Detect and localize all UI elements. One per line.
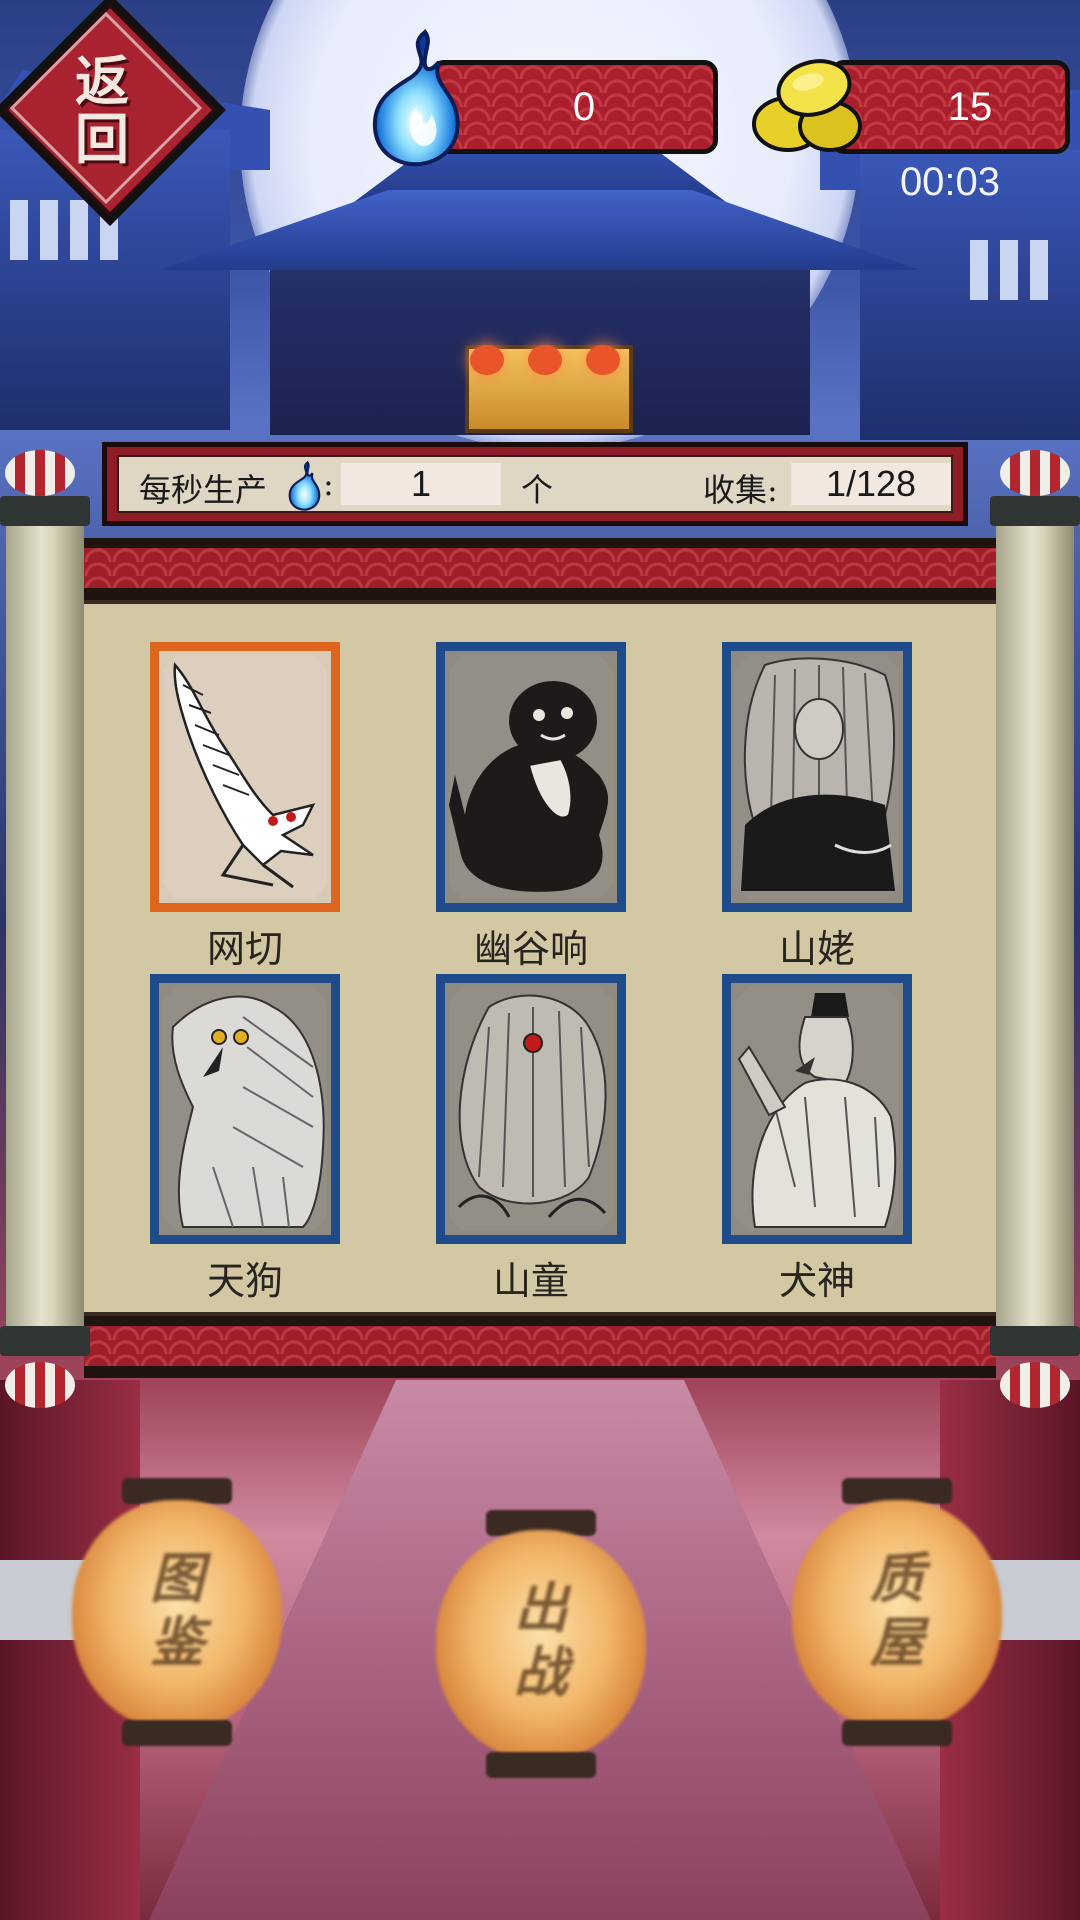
rod-cap xyxy=(0,496,90,526)
production-rate-field: 1 xyxy=(341,463,501,505)
collection-scroll: 网切 幽谷响 山姥 天狗 山童 犬神 xyxy=(84,538,996,1378)
yamauba-yokai-icon xyxy=(741,657,895,891)
yokai-card-label: 天狗 xyxy=(206,1259,283,1303)
yamawaro-yokai-icon xyxy=(457,994,607,1218)
soul-flame-small-icon xyxy=(288,461,321,511)
tengu-yokai-icon xyxy=(171,995,325,1228)
lantern-label: 质 屋 xyxy=(870,1546,924,1674)
window xyxy=(1000,240,1018,300)
lantern-cap xyxy=(122,1720,232,1746)
scroll-top-band xyxy=(84,538,996,600)
divider xyxy=(84,1312,996,1316)
collection-lantern-button[interactable]: 图 鉴 xyxy=(72,1500,282,1730)
lantern-cap xyxy=(486,1752,596,1778)
window xyxy=(10,200,28,260)
window xyxy=(970,240,988,300)
yokai-card-yamauba[interactable] xyxy=(722,642,912,912)
rod-cap xyxy=(0,1326,90,1356)
production-colon: : xyxy=(323,465,334,503)
soul-count: 0 xyxy=(572,84,596,129)
window xyxy=(1030,240,1048,300)
rod-lantern-bottom xyxy=(5,1362,75,1408)
production-label: 每秒生产 xyxy=(139,471,268,509)
gold-coins-icon xyxy=(752,59,862,152)
yokai-card-yamabiko[interactable] xyxy=(436,642,626,912)
yamabiko-yokai-icon xyxy=(449,681,609,892)
rod-cap xyxy=(990,1326,1080,1356)
temple-lamp xyxy=(586,345,620,375)
scroll-right-rod xyxy=(990,436,1080,1486)
collection-label: 收集: xyxy=(703,471,778,509)
amikiri-yokai-icon xyxy=(173,662,316,889)
yokai-card-label: 山姥 xyxy=(778,927,855,971)
scroll-top-wave-pattern xyxy=(84,548,996,588)
rod-lantern-bottom xyxy=(1000,1362,1070,1408)
rod-lantern-top xyxy=(1000,450,1070,496)
window xyxy=(70,200,88,260)
scroll-left-rod xyxy=(0,436,90,1486)
yokai-card-label: 山童 xyxy=(492,1259,569,1303)
blue-soul-flame-icon xyxy=(372,29,460,167)
yokai-card-label: 犬神 xyxy=(778,1259,855,1303)
window xyxy=(40,200,58,260)
yokai-card-inugami[interactable] xyxy=(722,974,912,1244)
yokai-card-amikiri[interactable] xyxy=(150,642,340,912)
inugami-yokai-icon xyxy=(737,993,897,1228)
temple-lamp xyxy=(470,345,504,375)
yokai-card-tengu[interactable] xyxy=(150,974,340,1244)
timer-display: 00:03 xyxy=(899,160,1001,204)
divider xyxy=(84,600,996,604)
production-info-strip: 每秒生产 : 1 个 收集: 1/128 xyxy=(102,442,968,526)
rod-cap xyxy=(990,496,1080,526)
yokai-card-label: 网切 xyxy=(206,927,283,971)
pawnshop-lantern-button[interactable]: 质 屋 xyxy=(792,1500,1002,1730)
scroll-bottom-wave-pattern xyxy=(84,1326,996,1366)
yokai-card-label: 幽谷响 xyxy=(473,927,588,971)
production-unit: 个 xyxy=(521,471,554,509)
rod-body xyxy=(996,526,1074,1326)
lantern-cap xyxy=(842,1720,952,1746)
coin-count: 15 xyxy=(947,84,993,129)
soul-counter-bar: 0 xyxy=(430,60,718,154)
info-strip-inner: 每秒生产 : 1 个 收集: 1/128 xyxy=(117,455,953,513)
rod-body xyxy=(6,526,84,1326)
rod-lantern-top xyxy=(5,450,75,496)
temple-lamp xyxy=(528,345,562,375)
collection-progress-field: 1/128 xyxy=(791,463,951,505)
scroll-bottom-band xyxy=(84,1316,996,1378)
yokai-card-yamawaro[interactable] xyxy=(436,974,626,1244)
lantern-label: 出 战 xyxy=(514,1576,568,1704)
lantern-label: 图 鉴 xyxy=(150,1546,204,1674)
battle-lantern-button[interactable]: 出 战 xyxy=(436,1530,646,1760)
